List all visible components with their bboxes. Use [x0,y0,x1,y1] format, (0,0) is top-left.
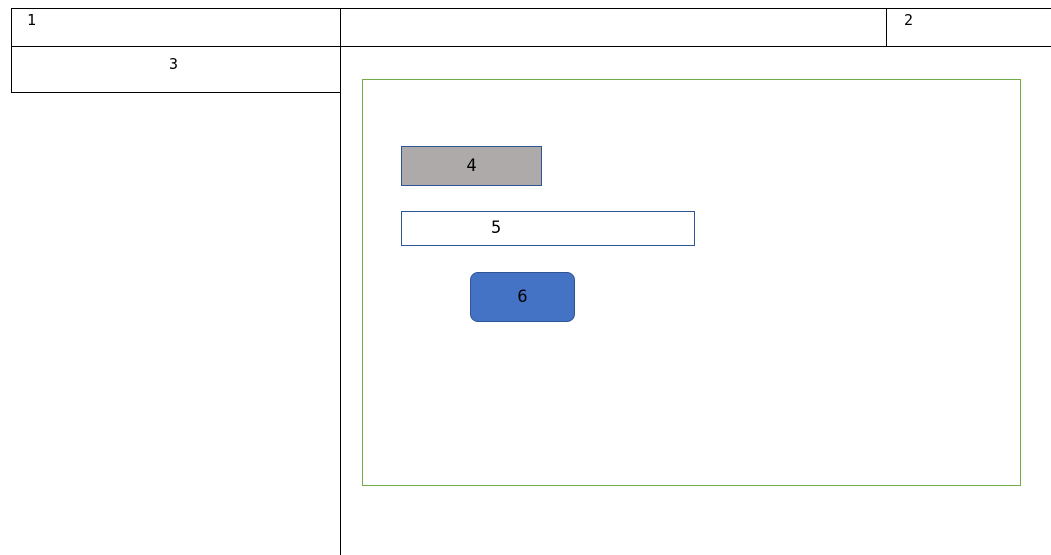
outer-left-border [11,8,12,93]
box-6-button[interactable]: 6 [470,272,575,322]
header-right-cell-label: 2 [904,11,914,29]
header-top-border [11,8,1051,9]
box-4-label: 4 [466,156,477,176]
sidebar-title-bottom-border [11,92,341,93]
content-panel [362,79,1021,486]
header-bottom-border [11,46,1051,47]
header-right-divider [886,8,887,47]
header-left-cell-label: 1 [27,11,37,29]
box-6-label: 6 [517,287,528,307]
sidebar-title-label: 3 [169,55,179,73]
box-4: 4 [401,146,542,186]
box-5-label: 5 [491,218,502,238]
sidebar-divider [340,8,341,555]
box-5-input[interactable]: 5 [401,211,695,246]
